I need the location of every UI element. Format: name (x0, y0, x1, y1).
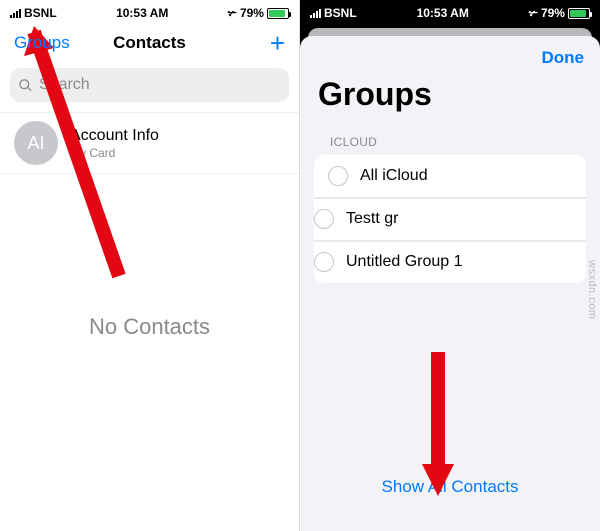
watermark: wsxdn.com (586, 260, 598, 320)
signal-icon (310, 9, 321, 18)
radio-icon (314, 252, 334, 272)
group-item-all-icloud[interactable]: All iCloud (314, 155, 586, 197)
carrier-label: BSNL (24, 6, 57, 20)
search-input[interactable] (39, 76, 281, 94)
battery-pct: 79% (541, 6, 565, 20)
battery-pct: 79% (240, 6, 264, 20)
status-bar: BSNL 10:53 AM ✃ 79% (300, 0, 600, 22)
signal-icon (10, 9, 21, 18)
add-contact-button[interactable]: + (270, 30, 285, 56)
status-bar: BSNL 10:53 AM ✃ 79% (0, 0, 299, 22)
bluetooth-icon: ✃ (529, 7, 538, 20)
search-field[interactable] (10, 68, 289, 102)
groups-button[interactable]: Groups (14, 33, 70, 53)
empty-state-label: No Contacts (0, 314, 299, 340)
group-item-testt-gr[interactable]: Testt gr (314, 197, 586, 240)
my-card-name: Account Info (70, 126, 159, 145)
battery-icon (568, 8, 590, 19)
radio-icon (328, 166, 348, 186)
avatar-initials: AI (27, 133, 44, 154)
radio-icon (314, 209, 334, 229)
group-item-untitled-1[interactable]: Untitled Group 1 (314, 240, 586, 283)
bluetooth-icon: ✃ (228, 7, 237, 20)
nav-bar: Groups Contacts + (0, 22, 299, 64)
carrier-label: BSNL (324, 6, 357, 20)
group-list: All iCloud Testt gr Untitled Group 1 (314, 155, 586, 283)
clock: 10:53 AM (417, 6, 469, 20)
group-item-label: All iCloud (360, 167, 428, 185)
my-card-row[interactable]: AI Account Info My Card (0, 112, 299, 174)
done-button[interactable]: Done (542, 48, 585, 68)
battery-icon (267, 8, 289, 19)
search-icon (18, 78, 33, 93)
clock: 10:53 AM (116, 6, 168, 20)
group-item-label: Untitled Group 1 (346, 253, 463, 271)
group-item-label: Testt gr (346, 210, 398, 228)
sheet-title: Groups (300, 72, 600, 129)
avatar: AI (14, 121, 58, 165)
section-header-icloud: ICLOUD (300, 129, 600, 155)
groups-sheet-screen: BSNL 10:53 AM ✃ 79% Done Groups ICLOUD A… (300, 0, 600, 531)
contacts-screen: BSNL 10:53 AM ✃ 79% Groups Contacts + AI… (0, 0, 300, 531)
groups-sheet: Done Groups ICLOUD All iCloud Testt gr U… (300, 36, 600, 531)
my-card-sub: My Card (70, 146, 159, 160)
show-all-contacts-button[interactable]: Show All Contacts (381, 477, 518, 496)
